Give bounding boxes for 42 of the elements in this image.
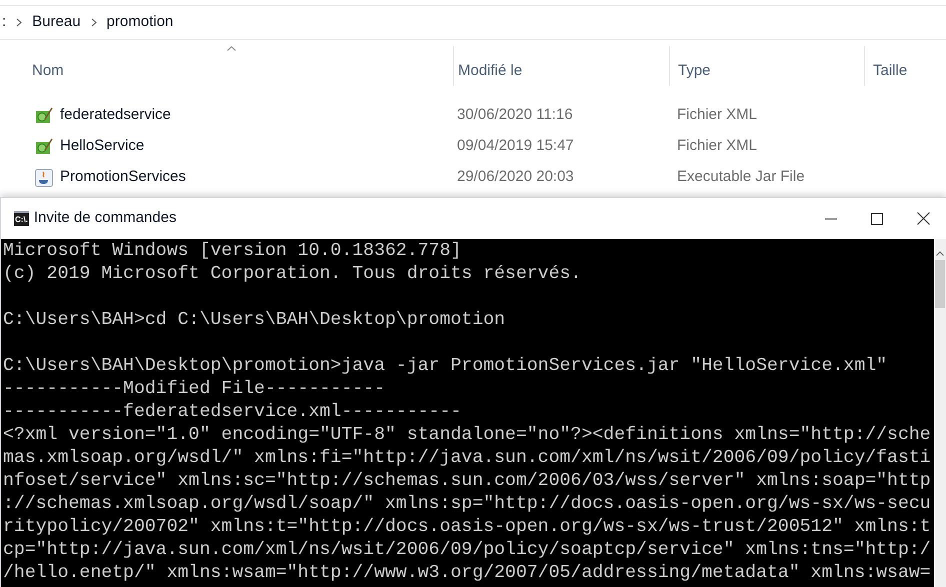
column-header[interactable]: Modifié le — [453, 46, 669, 86]
java-cup-icon — [35, 168, 53, 186]
console-line: ritypolicy/200702" xmlns:t="http://docs.oasis-open.org/ws-sx/ws-trust/200512" xmlns:t — [3, 516, 932, 539]
console-line: (c) 2019 Microsoft Corporation. Tous droits réservés. — [3, 263, 582, 286]
column-header[interactable]: Taille — [864, 46, 946, 86]
scrollbar-thumb[interactable] — [935, 260, 945, 308]
file-type: Fichier XML — [677, 137, 758, 154]
file-name[interactable]: federatedservice — [60, 104, 171, 127]
close-icon — [916, 212, 930, 225]
console-line: mas.xmlsoap.org/wsdl/" xmlns:fi="http://java.sun.com/xml/ns/wsit/2006/09/policy/fasti — [3, 447, 932, 470]
console-line: /hello.enetp/" xmlns:wsam="http://www.w3.org/2007/05/addressing/metadata" xmlns:wsaw= — [3, 562, 932, 585]
minimize-icon — [825, 218, 837, 220]
scrollbar[interactable] — [934, 239, 946, 587]
file-type: Fichier XML — [677, 106, 758, 124]
maximize-icon — [871, 212, 883, 224]
console-line: ://schemas.xmlsoap.org/wsdl/soap/" xmlns:sp="http://docs.oasis-open.org/ws-sx/ws-secu — [3, 493, 932, 516]
breadcrumb-item[interactable]: : — [0, 11, 6, 34]
chevron-icon — [16, 18, 22, 27]
modified-date: 29/06/2020 20:03 — [457, 168, 574, 186]
window-title: Invite de commandes — [34, 208, 176, 228]
console-line: Microsoft Windows [version 10.0.18362.778] — [3, 240, 462, 263]
modified-date: 09/04/2019 15:47 — [457, 137, 574, 154]
modified-date: 30/06/2020 11:16 — [457, 106, 573, 124]
column-header[interactable]: Type — [669, 46, 864, 86]
console-line: nfoset/service" xmlns:sc="http://schemas.sun.com/2006/03/wss/server" xmlns:soap="http — [3, 470, 932, 493]
file-name[interactable]: PromotionServices — [60, 166, 186, 189]
console-line: C:\Users\BAH>cd C:\Users\BAH\Desktop\promotion — [3, 309, 506, 332]
xml-file-icon — [35, 138, 53, 156]
breadcrumb-item[interactable]: promotion — [106, 11, 174, 34]
console-line: <?xml version="1.0" encoding="UTF-8" standalone="no"?><definitions xmlns="http://sche — [3, 424, 932, 447]
breadcrumb-item[interactable]: Bureau — [32, 11, 81, 34]
column-header[interactable]: Nom — [0, 46, 453, 86]
xml-file-icon — [35, 106, 53, 124]
chevron-icon — [90, 18, 97, 27]
console-app-icon: C:\. — [14, 211, 29, 226]
file-type: Executable Jar File — [677, 168, 805, 186]
scroll-up-icon[interactable] — [936, 251, 944, 256]
file-name[interactable]: HelloService — [60, 135, 144, 158]
console-line: cp="http://java.sun.com/xml/ns/wsit/2006/09/policy/soaptcp/service" xmlns:tns="http:/ — [3, 539, 932, 562]
console-line: -----------Modified File----------- — [3, 378, 386, 401]
console-line: C:\Users\BAH\Desktop\promotion>java -jar PromotionServices.jar "HelloService.xml" — [3, 355, 888, 378]
console-line: -----------federatedservice.xml----------- — [3, 401, 462, 424]
